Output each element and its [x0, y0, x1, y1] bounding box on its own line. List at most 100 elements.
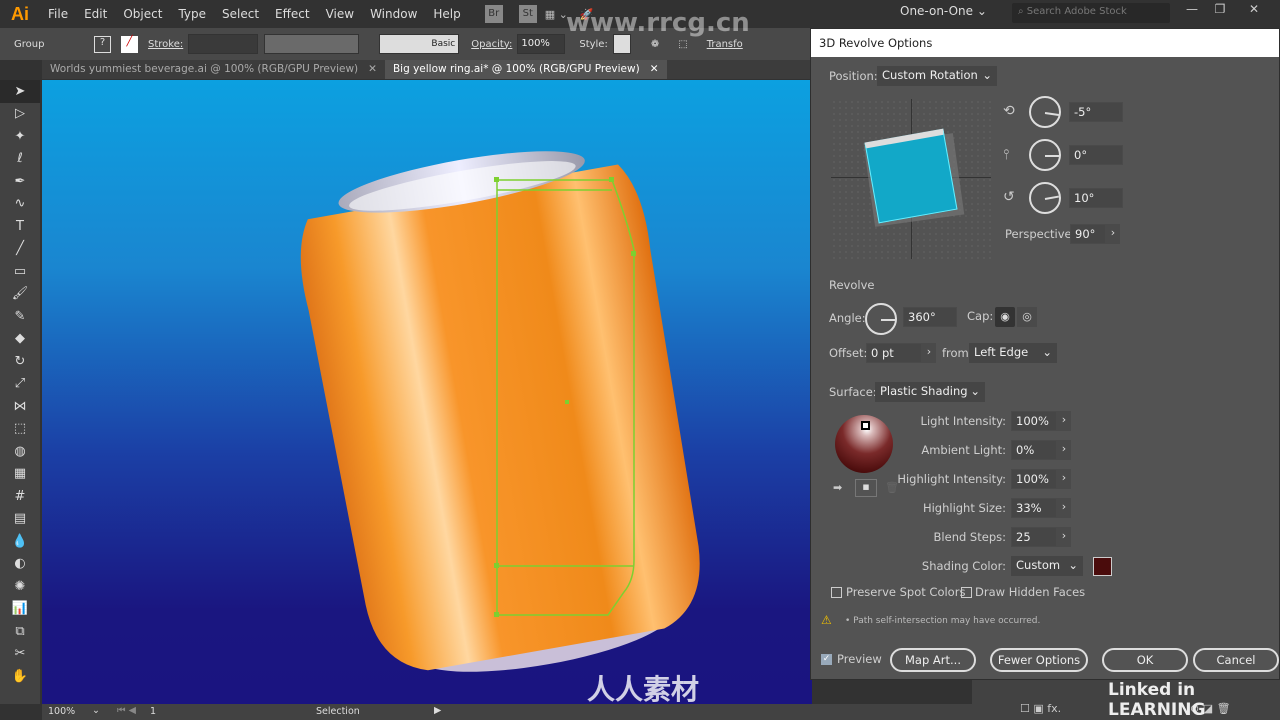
draw-hidden-faces-label[interactable]: Draw Hidden Faces	[975, 585, 1085, 599]
stock-button[interactable]: St	[518, 5, 537, 23]
workspace-switcher[interactable]: One-on-One ⌄	[900, 4, 1000, 24]
eyedropper-tool-icon[interactable]: 💧	[0, 530, 40, 553]
rectangle-tool-icon[interactable]: ▭	[0, 260, 40, 283]
transform-link[interactable]: Transfo	[707, 39, 743, 50]
rotation-track-cube[interactable]	[831, 99, 991, 259]
artboard-number[interactable]: 1	[150, 706, 156, 717]
light-source-handle[interactable]	[861, 421, 870, 430]
zoom-dropdown-icon[interactable]: ⌄	[92, 705, 100, 716]
brush-definition[interactable]: Basic	[379, 34, 460, 54]
hand-tool-icon[interactable]: ✋	[0, 665, 40, 688]
minimize-icon[interactable]: —	[1178, 0, 1206, 20]
tab-worlds-yummiest-beverage[interactable]: Worlds yummiest beverage.ai @ 100% (RGB/…	[42, 60, 385, 79]
artboard-tool-icon[interactable]: ⧉	[0, 620, 40, 643]
fewer-options-button[interactable]: Fewer Options	[990, 648, 1088, 672]
light-intensity-input[interactable]: 100%	[1011, 411, 1057, 431]
zoom-level[interactable]: 100%	[48, 706, 75, 717]
x-rotation-dial[interactable]	[1029, 96, 1061, 128]
search-stock-input[interactable]: ⌕ Search Adobe Stock	[1012, 3, 1170, 23]
menu-window[interactable]: Window	[362, 7, 425, 21]
close-tab-icon[interactable]: ✕	[650, 63, 659, 76]
direct-selection-tool-icon[interactable]: ▷	[0, 103, 40, 126]
menu-view[interactable]: View	[318, 7, 362, 21]
recolor-icon[interactable]: ❁	[651, 39, 659, 50]
z-rotation-input[interactable]: 10°	[1069, 188, 1123, 208]
highlight-intensity-arrow[interactable]: ›	[1057, 469, 1071, 489]
shaper-tool-icon[interactable]: ✎	[0, 305, 40, 328]
can-artwork[interactable]	[42, 80, 812, 704]
shape-builder-tool-icon[interactable]: ◍	[0, 440, 40, 463]
perspective-grid-tool-icon[interactable]: ▦	[0, 463, 40, 486]
perspective-input[interactable]: 90°	[1070, 224, 1106, 244]
preserve-spot-colors-label[interactable]: Preserve Spot Colors	[846, 585, 965, 599]
bridge-button[interactable]: Br	[484, 5, 503, 23]
stroke-weight-input[interactable]	[188, 34, 259, 54]
first-artboard-icon[interactable]: ⏮ ◀	[117, 705, 136, 716]
shading-color-swatch[interactable]	[1093, 557, 1112, 576]
status-menu-icon[interactable]: ▶	[434, 705, 441, 716]
status-tool[interactable]: Selection	[316, 706, 360, 717]
y-rotation-dial[interactable]	[1029, 139, 1061, 171]
move-light-back-icon[interactable]: ➡	[833, 481, 842, 494]
eraser-tool-icon[interactable]: ◆	[0, 328, 40, 351]
ok-button[interactable]: OK	[1102, 648, 1188, 672]
selection-tool-icon[interactable]: ➤	[0, 80, 40, 103]
menu-file[interactable]: File	[40, 7, 76, 21]
blend-steps-input[interactable]: 25	[1011, 527, 1057, 547]
line-tool-icon[interactable]: ╱	[0, 238, 40, 261]
slice-tool-icon[interactable]: ✂	[0, 643, 40, 666]
restore-icon[interactable]: ❐	[1206, 0, 1234, 20]
align-icon[interactable]: ⬚	[678, 39, 687, 50]
blend-steps-arrow[interactable]: ›	[1057, 527, 1071, 547]
shading-color-dropdown[interactable]: Custom ⌄	[1011, 556, 1083, 576]
stroke-label[interactable]: Stroke:	[148, 39, 183, 50]
pen-tool-icon[interactable]: ✒	[0, 170, 40, 193]
menu-edit[interactable]: Edit	[76, 7, 115, 21]
lasso-tool-icon[interactable]: ℓ	[0, 148, 40, 171]
artboard-canvas[interactable]: 人人素材	[42, 80, 812, 704]
menu-select[interactable]: Select	[214, 7, 267, 21]
blend-tool-icon[interactable]: ◐	[0, 553, 40, 576]
magic-wand-tool-icon[interactable]: ✦	[0, 125, 40, 148]
fill-swatch[interactable]: ?	[94, 35, 111, 53]
preserve-spot-colors-checkbox[interactable]	[831, 587, 842, 598]
angle-dial[interactable]	[865, 303, 897, 335]
opacity-input[interactable]: 100%	[517, 34, 566, 54]
offset-slider-arrow[interactable]: ›	[922, 343, 936, 363]
column-graph-tool-icon[interactable]: 📊	[0, 598, 40, 621]
gradient-tool-icon[interactable]: ▤	[0, 508, 40, 531]
paintbrush-tool-icon[interactable]: 🖌	[0, 283, 40, 306]
y-rotation-input[interactable]: 0°	[1069, 145, 1123, 165]
lighting-sphere[interactable]	[835, 415, 893, 473]
perspective-slider-arrow[interactable]: ›	[1106, 224, 1120, 244]
symbol-sprayer-tool-icon[interactable]: ✺	[0, 575, 40, 598]
close-icon[interactable]: ✕	[1240, 0, 1268, 20]
scale-tool-icon[interactable]: ⤢	[0, 373, 40, 396]
cap-on-button[interactable]: ◉	[995, 307, 1015, 327]
free-transform-tool-icon[interactable]: ⬚	[0, 418, 40, 441]
width-tool-icon[interactable]: ⋈	[0, 395, 40, 418]
new-light-icon[interactable]: ▪	[855, 479, 877, 497]
surface-dropdown[interactable]: Plastic Shading ⌄	[875, 382, 985, 402]
z-rotation-dial[interactable]	[1029, 182, 1061, 214]
light-intensity-arrow[interactable]: ›	[1057, 411, 1071, 431]
from-dropdown[interactable]: Left Edge ⌄	[969, 343, 1057, 363]
ambient-light-arrow[interactable]: ›	[1057, 440, 1071, 460]
ambient-light-input[interactable]: 0%	[1011, 440, 1057, 460]
highlight-size-arrow[interactable]: ›	[1057, 498, 1071, 518]
variable-width-profile[interactable]	[264, 34, 360, 54]
menu-type[interactable]: Type	[170, 7, 214, 21]
mesh-tool-icon[interactable]: #	[0, 485, 40, 508]
panel-buttons-icon[interactable]: ☐ ▣ fx.	[1020, 702, 1061, 715]
opacity-label[interactable]: Opacity:	[471, 39, 512, 50]
menu-effect[interactable]: Effect	[267, 7, 318, 21]
preview-checkbox[interactable]: ✓	[821, 654, 832, 665]
arrange-documents-icon[interactable]: ▦ ⌄	[545, 8, 568, 21]
angle-input[interactable]: 360°	[903, 307, 957, 327]
offset-input[interactable]: 0 pt	[866, 343, 922, 363]
type-tool-icon[interactable]: T	[0, 215, 40, 238]
rotate-tool-icon[interactable]: ↻	[0, 350, 40, 373]
cap-off-button[interactable]: ◎	[1017, 307, 1037, 327]
map-art-button[interactable]: Map Art...	[890, 648, 976, 672]
close-tab-icon[interactable]: ✕	[368, 63, 377, 76]
